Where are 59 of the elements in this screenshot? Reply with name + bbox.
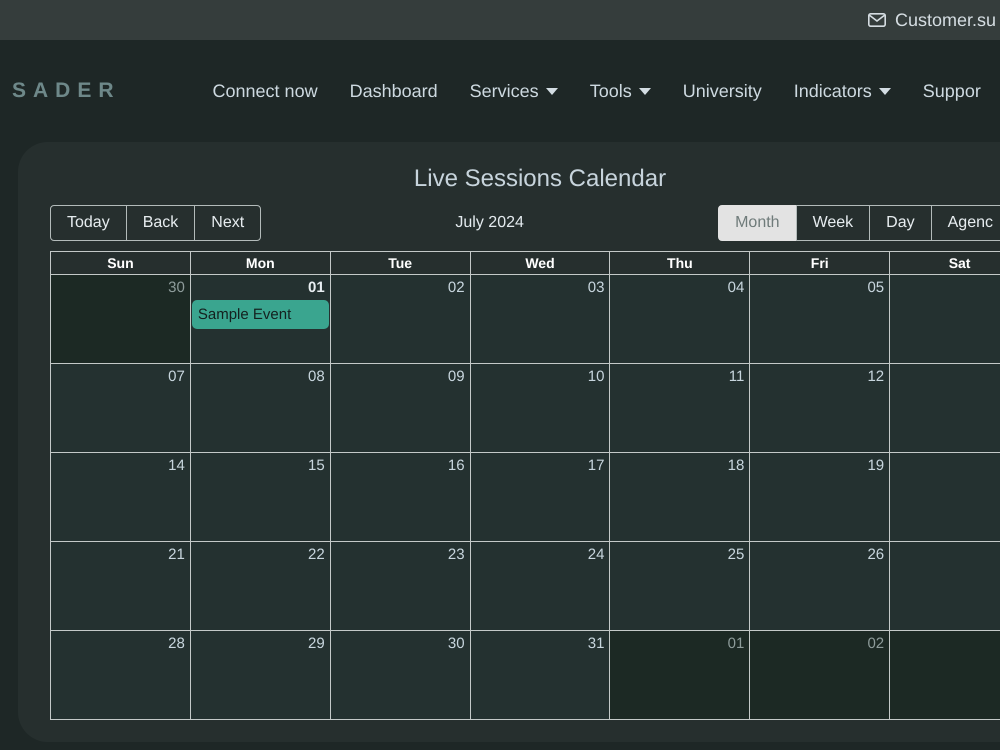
- date-number: 01: [728, 635, 746, 653]
- month-label: July 2024: [455, 214, 524, 232]
- date-number: 09: [448, 368, 466, 386]
- nav-link[interactable]: Connect now: [212, 80, 318, 102]
- date-number: 10: [588, 368, 606, 386]
- date-number: 28: [168, 635, 186, 653]
- nav-link[interactable]: Services: [470, 80, 558, 102]
- date-number: 24: [588, 546, 606, 564]
- date-number: 08: [308, 368, 326, 386]
- view-tab[interactable]: Day: [869, 205, 932, 241]
- date-number: 30: [448, 635, 466, 653]
- view-tab[interactable]: Agenc: [930, 205, 1000, 241]
- weekday-header: Sun: [106, 254, 135, 273]
- weekday-header: Thu: [609, 252, 750, 274]
- date-number: 25: [728, 546, 746, 564]
- date-number: 23: [448, 546, 466, 564]
- nav-link[interactable]: University: [682, 80, 762, 102]
- date-number: 04: [728, 279, 746, 297]
- date-number: 07: [168, 368, 186, 386]
- nav-button[interactable]: Today: [50, 205, 127, 241]
- mail-icon: [868, 13, 886, 27]
- date-number: 02: [448, 279, 466, 297]
- nav-button[interactable]: Back: [126, 205, 196, 241]
- weekday-header: Wed: [470, 252, 610, 274]
- date-number: 31: [588, 635, 606, 653]
- email-link[interactable]: Customer.su: [868, 10, 996, 30]
- date-number: 22: [308, 546, 326, 564]
- weekday-header: Mon: [190, 252, 330, 274]
- nav-link[interactable]: Indicators: [794, 80, 891, 102]
- date-number: 03: [588, 279, 606, 297]
- date-number: 29: [308, 635, 326, 653]
- caret-down-icon: [546, 88, 558, 94]
- date-number: 15: [308, 457, 326, 475]
- date-number: 18: [728, 457, 746, 475]
- nav-link[interactable]: Tools: [590, 80, 651, 102]
- date-number: 11: [728, 368, 746, 386]
- date-number: 19: [867, 457, 886, 475]
- nav-link[interactable]: Suppor: [922, 80, 981, 102]
- weekday-header: Sat: [889, 252, 1000, 274]
- weekday-header: Fri: [749, 252, 890, 274]
- date-number: 02: [867, 635, 886, 653]
- nav-link[interactable]: Dashboard: [350, 80, 438, 102]
- caret-down-icon: [878, 88, 891, 94]
- date-number: 05: [867, 279, 886, 297]
- date-number: 01: [308, 279, 326, 297]
- date-number: 14: [168, 457, 186, 475]
- date-number: 26: [867, 546, 886, 564]
- date-number: 30: [168, 279, 186, 297]
- date-number: 16: [448, 457, 466, 475]
- calendar-title: Live Sessions Calendar: [414, 164, 666, 194]
- date-number: 12: [867, 368, 886, 386]
- weekday-header: Tue: [330, 252, 470, 274]
- nav-button[interactable]: Next: [194, 205, 262, 241]
- date-number: 21: [168, 546, 186, 564]
- logo-text[interactable]: SADER: [12, 79, 121, 103]
- view-tab[interactable]: Week: [796, 205, 870, 241]
- date-number: 17: [588, 457, 606, 475]
- caret-down-icon: [638, 88, 651, 94]
- event-chip[interactable]: Sample Event: [192, 300, 329, 329]
